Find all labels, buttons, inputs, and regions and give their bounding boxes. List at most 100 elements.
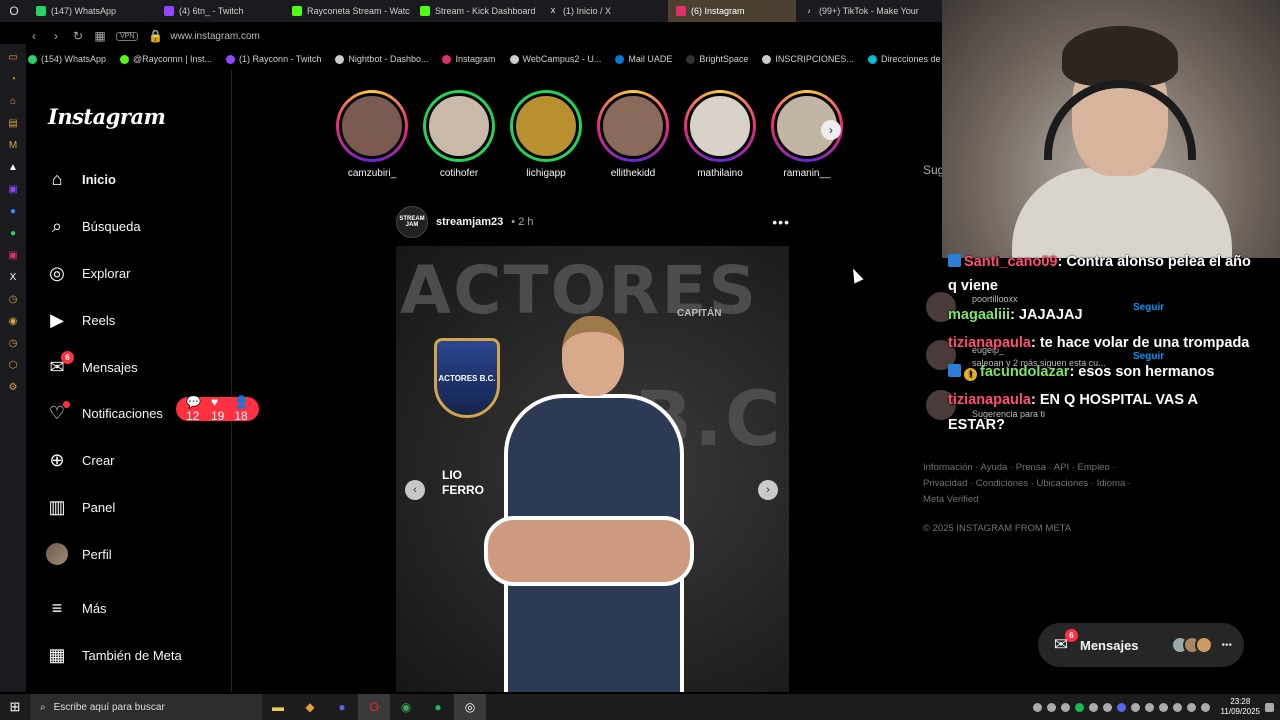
bookmark-item[interactable]: INSCRIPCIONES...: [762, 54, 854, 64]
instagram-sidebar-icon[interactable]: ▣: [7, 248, 19, 262]
bookmark-item[interactable]: Direcciones de co...: [867, 54, 948, 64]
instagram-logo[interactable]: Instagram: [48, 104, 166, 129]
taskbar-search[interactable]: ⌕ Escribe aquí para buscar: [30, 694, 262, 720]
reload-icon[interactable]: ↻: [72, 29, 84, 43]
address-bar: ‹ › ↻ ▦ VPN 🔒 www.instagram.com: [28, 24, 948, 48]
settings-icon[interactable]: ⚙: [7, 380, 19, 394]
tray-icon[interactable]: [1032, 702, 1042, 712]
bookmark-item[interactable]: (154) WhatsApp: [28, 54, 106, 64]
tray-icon[interactable]: [1102, 702, 1112, 712]
pinboard-icon[interactable]: ▤: [7, 116, 19, 130]
mail-icon[interactable]: M: [7, 138, 19, 152]
story-item[interactable]: ellithekidd: [597, 90, 669, 182]
bookmark-item[interactable]: Instagram: [442, 54, 496, 64]
nav-perfil[interactable]: Perfil: [46, 534, 112, 574]
extensions-icon[interactable]: ⬡: [7, 358, 19, 372]
story-item[interactable]: cotihofer: [423, 90, 495, 182]
post-username[interactable]: streamjam23: [436, 216, 503, 228]
messenger-sidebar-icon[interactable]: ●: [7, 204, 19, 218]
chat-message: ESTAR?: [948, 417, 1005, 433]
tray-icon[interactable]: [1158, 702, 1168, 712]
stories-next-button[interactable]: ›: [821, 120, 841, 140]
volume-icon[interactable]: [1186, 702, 1196, 712]
file-explorer-icon[interactable]: ▬: [262, 694, 294, 720]
back-icon[interactable]: ‹: [28, 29, 40, 43]
nav-busqueda[interactable]: ⌕ Búsqueda: [46, 206, 141, 246]
aria-icon[interactable]: ◔: [7, 72, 19, 86]
history-icon[interactable]: ◷: [7, 292, 19, 306]
spotify-icon[interactable]: ●: [422, 694, 454, 720]
battery-icon[interactable]: [1200, 702, 1210, 712]
nav-inicio[interactable]: ⌂ Inicio: [46, 159, 116, 199]
nav-mensajes[interactable]: ✉ 6 Mensajes: [46, 347, 138, 387]
whatsapp-sidebar-icon[interactable]: ●: [7, 226, 19, 240]
gift-badge-icon: !: [964, 368, 977, 381]
bookmark-item[interactable]: Mail UADE: [615, 54, 672, 64]
nav-notificaciones[interactable]: ♡ Notificaciones: [46, 393, 163, 433]
tab-instagram[interactable]: (6) Instagram: [668, 0, 796, 22]
footer-links[interactable]: Información · Ayuda · Prensa · API · Emp…: [923, 460, 1143, 508]
wifi-icon[interactable]: [1172, 702, 1182, 712]
messages-float-button[interactable]: ✉ 6 Mensajes •••: [1038, 623, 1244, 667]
tab-kick-watch[interactable]: Rayconeta Stream - Watc: [284, 0, 412, 22]
opera-icon[interactable]: O: [358, 694, 390, 720]
app-icon[interactable]: ◆: [294, 694, 326, 720]
tray-icon[interactable]: [1116, 702, 1126, 712]
forward-icon[interactable]: ›: [50, 29, 62, 43]
windows-start-icon[interactable]: ⊞: [0, 694, 30, 720]
more-options-icon[interactable]: •••: [1221, 640, 1232, 651]
player-icon[interactable]: ◉: [7, 314, 19, 328]
notifications-pill[interactable]: 💬 12 ♥ 19 👤 18: [176, 395, 260, 423]
twitch-sidebar-icon[interactable]: ▣: [7, 182, 19, 196]
x-sidebar-icon[interactable]: X: [7, 270, 19, 284]
post-image[interactable]: ACTORES B.C. CAPITÁN ACTORES B.C. LIOFER…: [396, 246, 789, 692]
nav-reels[interactable]: ▶ Reels: [46, 300, 115, 340]
tab-x[interactable]: X (1) Inicio / X: [540, 0, 668, 22]
story-item[interactable]: lichigapp: [510, 90, 582, 182]
wallet-icon[interactable]: ▭: [7, 50, 19, 64]
tray-icon[interactable]: [1046, 702, 1056, 712]
obs-icon[interactable]: ◎: [454, 694, 486, 720]
bookmark-item[interactable]: (1) Rayconn - Twitch: [226, 54, 321, 64]
nav-explorar[interactable]: ◎ Explorar: [46, 253, 130, 293]
vpn-badge[interactable]: VPN: [116, 31, 139, 41]
tray-icon[interactable]: [1088, 702, 1098, 712]
bookmark-item[interactable]: WebCampus2 - U...: [509, 54, 601, 64]
follow-button[interactable]: Seguir: [1133, 302, 1164, 313]
url-field[interactable]: www.instagram.com: [170, 31, 259, 42]
bookmark-item[interactable]: Nightbot - Dashbo...: [335, 54, 428, 64]
chrome-icon[interactable]: ◉: [390, 694, 422, 720]
instagram-icon: [442, 54, 452, 64]
discord-icon[interactable]: ●: [326, 694, 358, 720]
carousel-next-button[interactable]: ›: [758, 480, 778, 500]
bookmark-item[interactable]: @Rayconnn | Inst...: [120, 54, 212, 64]
suggestion-ghost: poortillooxx: [972, 294, 1018, 304]
tray-icon[interactable]: [1074, 702, 1084, 712]
tab-whatsapp[interactable]: (147) WhatsApp: [28, 0, 156, 22]
follow-button[interactable]: Seguir: [1133, 351, 1164, 362]
nav-crear[interactable]: ⊕ Crear: [46, 440, 114, 480]
taskbar-clock[interactable]: 23:28 11/09/2025: [1221, 697, 1260, 717]
carousel-prev-button[interactable]: ‹: [405, 480, 425, 500]
kick-sidebar-icon[interactable]: ▲: [7, 160, 19, 174]
tray-icon[interactable]: [1130, 702, 1140, 712]
speed-dial-icon[interactable]: ▦: [94, 29, 106, 43]
bookmark-item[interactable]: BrightSpace: [686, 54, 748, 64]
tab-kick-dashboard[interactable]: Stream - Kick Dashboard: [412, 0, 540, 22]
nav-panel[interactable]: ▥ Panel: [46, 487, 115, 527]
opera-logo-icon[interactable]: O: [0, 0, 28, 22]
nav-mas[interactable]: ≡ Más: [46, 588, 107, 628]
post-avatar[interactable]: STREAM JAM: [396, 206, 428, 238]
player-figure: [474, 316, 704, 692]
notifications-icon[interactable]: [1265, 702, 1274, 712]
nav-tambien-de-meta[interactable]: ▦ También de Meta: [46, 635, 181, 675]
tab-tiktok[interactable]: ♪ (99+) TikTok - Make Your: [796, 0, 924, 22]
clock-icon[interactable]: ◷: [7, 336, 19, 350]
tray-icon[interactable]: [1144, 702, 1154, 712]
crypto-icon[interactable]: ⌂: [7, 94, 19, 108]
story-item[interactable]: camzubiri_: [336, 90, 408, 182]
story-item[interactable]: mathilaino: [684, 90, 756, 182]
more-options-icon[interactable]: •••: [772, 214, 790, 230]
tab-twitch[interactable]: (4) 6tn_ - Twitch: [156, 0, 284, 22]
tray-icon[interactable]: [1060, 702, 1070, 712]
